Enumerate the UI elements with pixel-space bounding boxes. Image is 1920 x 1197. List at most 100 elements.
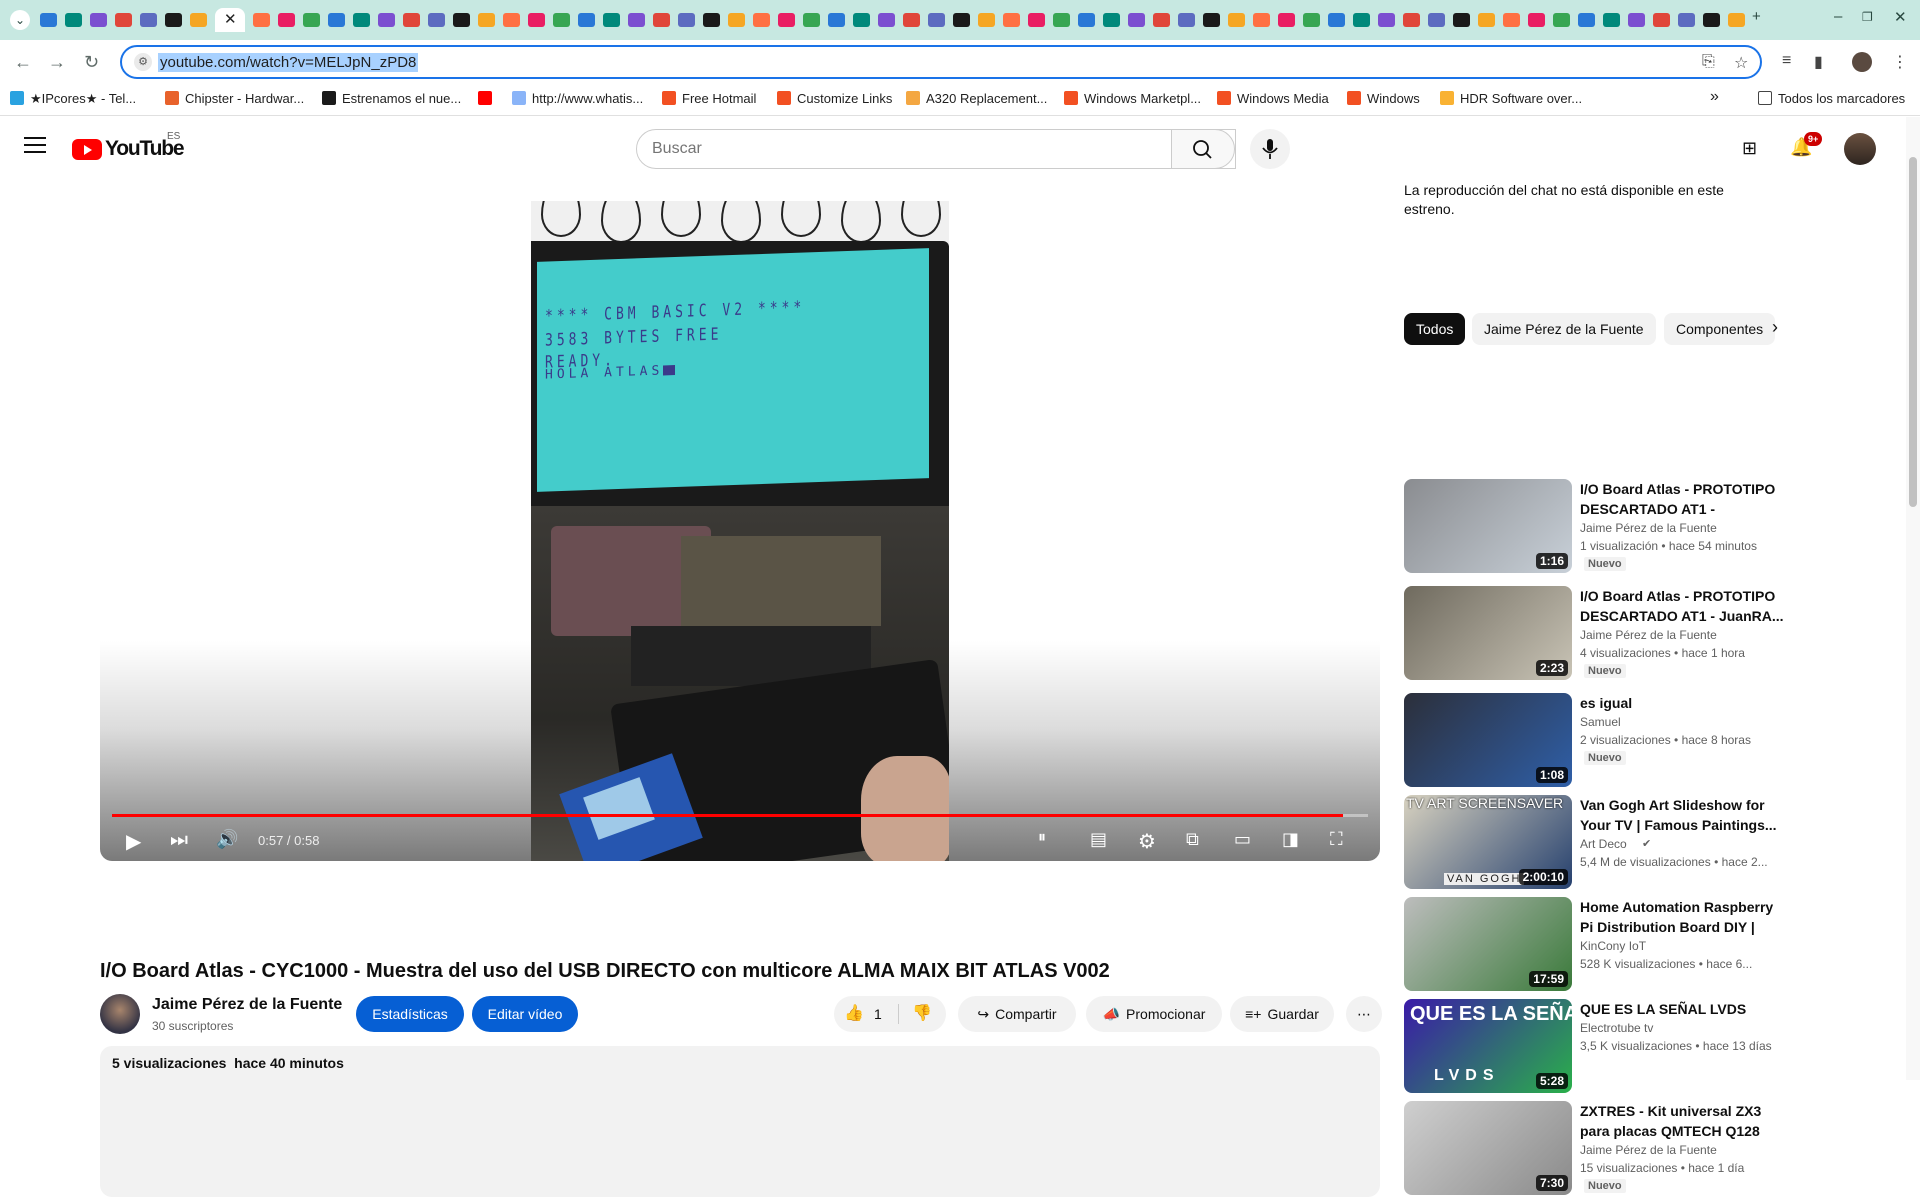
- tab-favicon[interactable]: [428, 13, 445, 27]
- video-thumbnail[interactable]: TV ART SCREENSAVER VAN GOGH 2:00:10: [1404, 795, 1572, 889]
- tab-favicon[interactable]: [953, 13, 970, 27]
- install-app-icon[interactable]: ⎘: [1702, 53, 1715, 71]
- tab-favicon[interactable]: [528, 13, 545, 27]
- tab-favicon[interactable]: [1303, 13, 1320, 27]
- tab-favicon[interactable]: [140, 13, 157, 27]
- tab-favicon[interactable]: [478, 13, 495, 27]
- tab-favicon[interactable]: [653, 13, 670, 27]
- page-scrollbar[interactable]: [1906, 117, 1920, 1080]
- active-tab[interactable]: ✕: [215, 8, 245, 32]
- tab-favicon[interactable]: [1378, 13, 1395, 27]
- video-thumbnail[interactable]: 17:59: [1404, 897, 1572, 991]
- tab-favicon[interactable]: [1028, 13, 1045, 27]
- tab-favicon[interactable]: [1128, 13, 1145, 27]
- video-thumbnail[interactable]: 1:08: [1404, 693, 1572, 787]
- tab-favicon[interactable]: [1078, 13, 1095, 27]
- stats-button[interactable]: Estadísticas: [356, 996, 464, 1032]
- tab-favicon[interactable]: [578, 13, 595, 27]
- tab-favicon[interactable]: [703, 13, 720, 27]
- volume-icon[interactable]: 🔊: [216, 829, 238, 850]
- browser-menu-icon[interactable]: ⋮: [1892, 52, 1908, 72]
- theater-mode-icon[interactable]: ▭: [1234, 829, 1251, 850]
- video-frame[interactable]: **** CBM BASIC V2 **** 3583 BYTES FREE R…: [531, 201, 949, 861]
- description-box[interactable]: 5 visualizaciones hace 40 minutos: [100, 1046, 1380, 1197]
- cast-icon[interactable]: ◨: [1282, 829, 1299, 850]
- tab-favicon[interactable]: [1428, 13, 1445, 27]
- media-control-icon[interactable]: ≡: [1782, 52, 1791, 70]
- bookmark-item[interactable]: [478, 91, 498, 106]
- recommended-video[interactable]: TV ART SCREENSAVER VAN GOGH 2:00:10 Van Gog…: [1404, 795, 1784, 891]
- recommended-video[interactable]: 17:59 Home Automation Raspberry Pi Distri…: [1404, 897, 1784, 993]
- tab-favicon[interactable]: [978, 13, 995, 27]
- bookmark-item[interactable]: http://www.whatis...: [512, 91, 643, 106]
- tab-favicon[interactable]: [453, 13, 470, 27]
- tab-favicon[interactable]: [1178, 13, 1195, 27]
- tab-favicon[interactable]: [353, 13, 370, 27]
- tab-favicon[interactable]: [1703, 13, 1720, 27]
- recommended-title[interactable]: Van Gogh Art Slideshow for Your TV | Fam…: [1580, 795, 1784, 835]
- tab-favicon[interactable]: [1003, 13, 1020, 27]
- tab-favicon[interactable]: [1728, 13, 1745, 27]
- tab-favicon[interactable]: [803, 13, 820, 27]
- like-thumb-icon[interactable]: 👍: [844, 996, 864, 1032]
- side-panel-icon[interactable]: ▮: [1814, 52, 1823, 72]
- reload-icon[interactable]: ↻: [84, 52, 99, 73]
- restore-button[interactable]: ❐: [1862, 10, 1873, 24]
- tab-favicon[interactable]: [1478, 13, 1495, 27]
- recommended-title[interactable]: I/O Board Atlas - PROTOTIPO DESCARTADO A…: [1580, 479, 1784, 519]
- tab-favicon[interactable]: [928, 13, 945, 27]
- tab-favicon[interactable]: [778, 13, 795, 27]
- recommended-channel[interactable]: Jaime Pérez de la Fuente: [1580, 521, 1717, 535]
- account-avatar[interactable]: [1844, 133, 1876, 165]
- tab-favicon[interactable]: [1603, 13, 1620, 27]
- video-thumbnail[interactable]: 7:30: [1404, 1101, 1572, 1195]
- recommended-video[interactable]: QUE ES LA SEÑALLVDS5:28QUE ES LA SEÑAL L…: [1404, 999, 1784, 1095]
- chevron-right-icon[interactable]: ›: [1772, 317, 1778, 338]
- tab-favicon[interactable]: [1678, 13, 1695, 27]
- profile-avatar[interactable]: [1852, 52, 1872, 72]
- tab-favicon[interactable]: [1553, 13, 1570, 27]
- tab-close-icon[interactable]: ✕: [224, 10, 237, 28]
- bookmark-star-icon[interactable]: ☆: [1734, 53, 1748, 73]
- recommended-channel[interactable]: Jaime Pérez de la Fuente: [1580, 628, 1717, 642]
- tab-favicon[interactable]: [190, 13, 207, 27]
- tab-favicon[interactable]: [303, 13, 320, 27]
- tab-favicon[interactable]: [1503, 13, 1520, 27]
- channel-name[interactable]: Jaime Pérez de la Fuente: [152, 996, 342, 1014]
- save-button[interactable]: ≡+ Guardar: [1230, 996, 1334, 1032]
- video-thumbnail[interactable]: 1:16: [1404, 479, 1572, 573]
- tab-favicon[interactable]: [503, 13, 520, 27]
- tab-favicon[interactable]: [1203, 13, 1220, 27]
- recommended-video[interactable]: 1:08 es igual Samuel 2 visualizaciones • ha…: [1404, 693, 1784, 789]
- bookmark-item[interactable]: A320 Replacement...: [906, 91, 1047, 106]
- recommended-video[interactable]: 7:30 ZXTRES - Kit universal ZX3 para plac…: [1404, 1101, 1784, 1197]
- close-window-button[interactable]: ✕: [1894, 8, 1907, 26]
- play-icon[interactable]: ▶: [126, 829, 141, 854]
- tab-favicon[interactable]: [90, 13, 107, 27]
- tab-favicon[interactable]: [1353, 13, 1370, 27]
- recommended-title[interactable]: es igual: [1580, 693, 1784, 713]
- bookmark-item[interactable]: Windows Marketpl...: [1064, 91, 1201, 106]
- fullscreen-icon[interactable]: ⛶: [1330, 829, 1343, 850]
- chip-channel[interactable]: Jaime Pérez de la Fuente: [1472, 313, 1656, 345]
- search-input[interactable]: [652, 140, 1192, 158]
- tab-favicon[interactable]: [1228, 13, 1245, 27]
- site-info-icon[interactable]: ⚙: [134, 53, 152, 71]
- more-bookmarks-icon[interactable]: »: [1710, 88, 1719, 106]
- settings-gear-icon[interactable]: ⚙: [1138, 829, 1156, 854]
- channel-avatar[interactable]: [100, 994, 140, 1034]
- search-button[interactable]: [1171, 129, 1235, 169]
- tab-favicon[interactable]: [603, 13, 620, 27]
- forward-icon[interactable]: →: [48, 52, 66, 73]
- new-tab-button[interactable]: +: [1752, 8, 1761, 25]
- hamburger-menu-icon[interactable]: [24, 137, 46, 153]
- tab-favicon[interactable]: [165, 13, 182, 27]
- create-video-icon[interactable]: ⊞: [1742, 138, 1757, 159]
- chip-all[interactable]: Todos: [1404, 313, 1466, 345]
- tab-favicon[interactable]: [903, 13, 920, 27]
- more-actions-button[interactable]: ⋯: [1346, 996, 1382, 1032]
- tab-favicon[interactable]: [378, 13, 395, 27]
- bookmark-item[interactable]: Windows Media: [1217, 91, 1329, 106]
- autoplay-toggle-icon[interactable]: ⏸: [1038, 829, 1046, 847]
- tab-favicon[interactable]: [253, 13, 270, 27]
